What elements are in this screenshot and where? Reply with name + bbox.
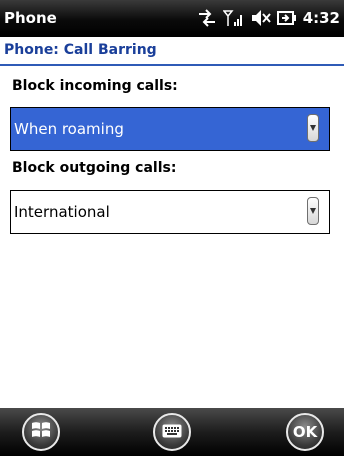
bottom-toolbar: OK	[0, 408, 344, 456]
chevron-down-icon[interactable]	[307, 197, 319, 225]
block-incoming-dropdown[interactable]: When roaming	[10, 107, 330, 151]
app-title: Phone	[4, 9, 57, 27]
chevron-down-icon[interactable]	[307, 114, 319, 142]
clock: 4:32	[302, 9, 340, 27]
start-button[interactable]	[22, 413, 60, 451]
status-icons[interactable]: 4:32	[197, 7, 340, 29]
volume-muted-icon	[251, 9, 271, 27]
status-bar: Phone 4:32	[0, 0, 344, 37]
page-title: Phone: Call Barring	[4, 42, 157, 58]
ok-label: OK	[292, 423, 318, 441]
header-divider	[0, 64, 344, 66]
data-sync-icon	[197, 9, 217, 27]
battery-charging-icon	[276, 9, 297, 27]
page-header: Phone: Call Barring	[0, 37, 344, 64]
block-incoming-label: Block incoming calls:	[12, 78, 178, 94]
ok-button[interactable]: OK	[286, 413, 324, 451]
block-outgoing-label: Block outgoing calls:	[12, 160, 177, 176]
keyboard-button[interactable]	[153, 413, 191, 451]
signal-strength-icon	[222, 9, 245, 27]
start-windows-icon	[31, 421, 51, 443]
block-outgoing-value: International	[14, 203, 110, 221]
block-incoming-value: When roaming	[14, 120, 124, 138]
keyboard-icon	[162, 423, 182, 442]
block-outgoing-dropdown[interactable]: International	[10, 190, 330, 234]
